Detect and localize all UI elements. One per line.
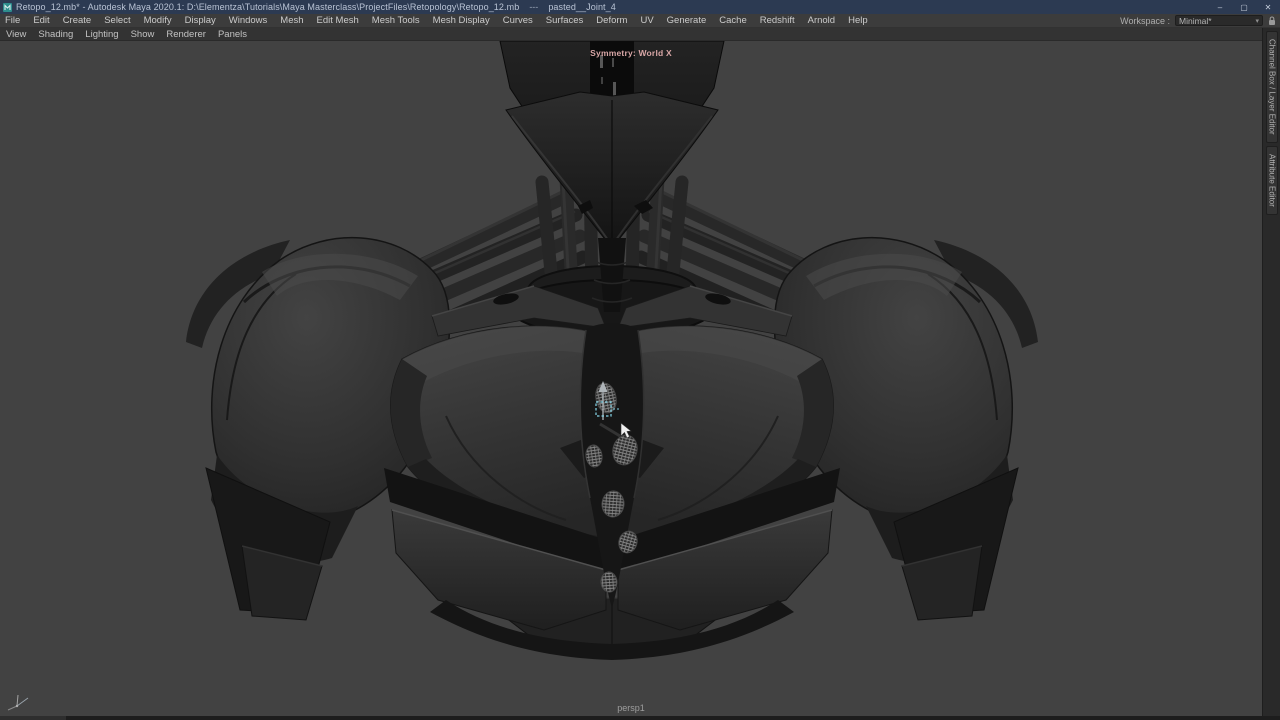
main-menubar: File Edit Create Select Modify Display Windows… — [0, 14, 1280, 28]
panel-menu-item[interactable]: Shading — [38, 29, 73, 40]
viewport-3d[interactable]: Symmetry: World X persp1 — [0, 41, 1262, 716]
menubar-item[interactable]: Surfaces — [546, 15, 584, 26]
right-sidebar: Channel Box / Layer Editor Attribute Edit… — [1262, 28, 1280, 716]
sidebar-tab[interactable]: Attribute Editor — [1266, 146, 1278, 215]
panel-menu-item[interactable]: Panels — [218, 29, 247, 40]
title-selection-suffix: pasted__Joint_4 — [548, 2, 616, 12]
lock-icon[interactable] — [1268, 16, 1276, 26]
menubar-item[interactable]: Display — [185, 15, 216, 26]
panel-menu-item[interactable]: Lighting — [85, 29, 118, 40]
menubar-item[interactable]: Help — [848, 15, 868, 26]
bottom-strip-segment — [0, 716, 66, 720]
panel-menu-item[interactable]: Renderer — [166, 29, 206, 40]
menubar-item[interactable]: Edit Mesh — [317, 15, 359, 26]
symmetry-hud: Symmetry: World X — [0, 48, 1262, 58]
menubar-item[interactable]: Mesh Tools — [372, 15, 420, 26]
workspace-dropdown[interactable]: Minimal* ▾ — [1175, 15, 1263, 26]
viewport-canvas[interactable] — [0, 41, 1262, 716]
window-title: Retopo_12.mb* - Autodesk Maya 2020.1: D:… — [16, 2, 519, 12]
maximize-button[interactable]: ▢ — [1232, 0, 1256, 14]
window-controls: – ▢ ✕ — [1208, 0, 1280, 14]
menubar-item[interactable]: Redshift — [760, 15, 795, 26]
panel-menu-item[interactable]: View — [6, 29, 26, 40]
close-button[interactable]: ✕ — [1256, 0, 1280, 14]
camera-label: persp1 — [0, 703, 1262, 713]
panel-menubar: View Shading Lighting Show Renderer Panels — [0, 28, 1262, 41]
menubar-item[interactable]: Generate — [667, 15, 707, 26]
menubar-item[interactable]: UV — [640, 15, 653, 26]
menubar-item[interactable]: Mesh — [280, 15, 303, 26]
menubar-item[interactable]: Mesh Display — [433, 15, 490, 26]
menubar-item[interactable]: Edit — [33, 15, 49, 26]
workspace-selector: Workspace : Minimal* ▾ — [1120, 15, 1280, 26]
bottom-strip — [0, 716, 1280, 720]
menubar-item[interactable]: Select — [104, 15, 130, 26]
minimize-button[interactable]: – — [1208, 0, 1232, 14]
maya-window: Retopo_12.mb* - Autodesk Maya 2020.1: D:… — [0, 0, 1280, 720]
menubar-item[interactable]: Windows — [229, 15, 268, 26]
menubar-item[interactable]: File — [5, 15, 20, 26]
maya-file-icon — [3, 3, 12, 12]
workspace-label: Workspace : — [1120, 16, 1170, 26]
sidebar-tab[interactable]: Channel Box / Layer Editor — [1266, 31, 1278, 143]
menubar-item[interactable]: Arnold — [808, 15, 835, 26]
workspace-value: Minimal* — [1179, 16, 1212, 26]
panel-menu-item[interactable]: Show — [131, 29, 155, 40]
chevron-down-icon: ▾ — [1255, 17, 1259, 25]
titlebar: Retopo_12.mb* - Autodesk Maya 2020.1: D:… — [0, 0, 1280, 14]
menubar-item[interactable]: Modify — [144, 15, 172, 26]
menubar-item[interactable]: Cache — [719, 15, 746, 26]
menubar-item[interactable]: Create — [63, 15, 92, 26]
menubar-item[interactable]: Curves — [503, 15, 533, 26]
title-separator: --- — [529, 2, 538, 12]
menubar-item[interactable]: Deform — [596, 15, 627, 26]
menu-list: File Edit Create Select Modify Display Windows… — [0, 15, 868, 26]
